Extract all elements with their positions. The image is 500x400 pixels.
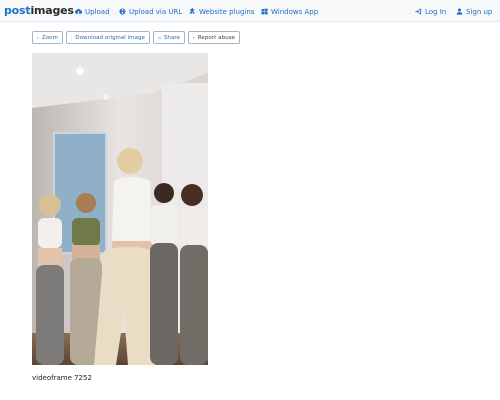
share-icon [158,36,161,39]
flag-icon [193,36,195,39]
top-navbar: postimages Upload Upload via URL Website… [0,0,500,22]
nav-signup-label: Sign up [466,7,493,16]
report-abuse-button[interactable]: Report abuse [188,31,240,44]
nav-upload-url[interactable]: Upload via URL [119,6,182,17]
sign-in-icon [415,8,422,15]
nav-website-plugins[interactable]: Website plugins [189,6,254,17]
globe-icon [119,8,126,15]
nav-upload[interactable]: Upload [75,6,110,17]
nav-windows-app[interactable]: Windows App [261,6,318,17]
zoom-button[interactable]: Zoom [32,31,63,44]
photo-illustration [32,53,208,365]
logo-part-2: images [30,4,74,17]
user-icon [456,8,463,15]
download-label: Download original image [75,34,145,41]
nav-login[interactable]: Log In [415,6,446,17]
windows-icon [261,8,268,15]
nav-signup[interactable]: Sign up [456,6,492,17]
report-label: Report abuse [197,34,235,41]
nav-windows-app-label: Windows App [271,7,319,16]
nav-upload-label: Upload [85,7,110,16]
logo-part-1: post [4,4,31,17]
puzzle-icon [189,8,195,14]
download-original-button[interactable]: Download original image [66,31,150,44]
share-button[interactable]: Share [153,31,185,44]
nav-upload-url-label: Upload via URL [129,7,183,16]
share-label: Share [163,34,180,41]
image-caption: videoframe 7252 [32,374,92,382]
search-icon [37,36,39,39]
site-logo[interactable]: postimages [4,4,74,17]
cloud-upload-icon [75,8,82,14]
nav-login-label: Log In [425,7,447,16]
zoom-label: Zoom [41,34,58,41]
download-icon [71,36,73,39]
nav-website-plugins-label: Website plugins [199,7,255,16]
main-image[interactable] [32,53,208,365]
